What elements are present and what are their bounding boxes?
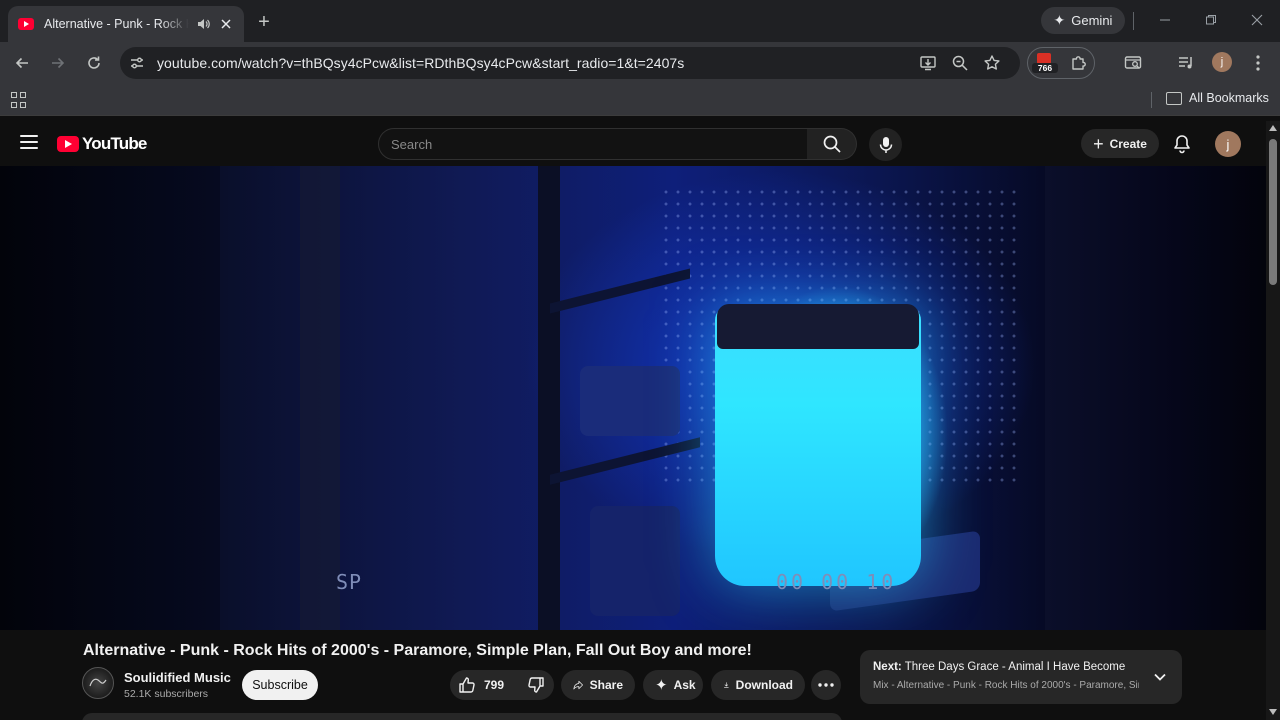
- channel-avatar[interactable]: [82, 667, 114, 699]
- download-icon: [724, 682, 729, 688]
- up-next-label: Next:: [873, 661, 902, 673]
- shelf-post: [538, 166, 560, 630]
- account-avatar[interactable]: j: [1215, 131, 1241, 157]
- share-arrow-icon: [573, 680, 583, 690]
- description-box[interactable]: [82, 713, 842, 720]
- browser-profile-avatar[interactable]: j: [1212, 52, 1232, 72]
- camcorder-osd-timecode: 00 00 10: [776, 570, 897, 594]
- toy-car-top-shelf: [580, 366, 680, 436]
- browser-tab-bar: Alternative - Punk - Rock Hits of 2000's…: [0, 0, 1280, 42]
- forward-button[interactable]: [46, 51, 70, 75]
- youtube-play-logo-icon: [57, 136, 79, 152]
- all-bookmarks-button[interactable]: All Bookmarks: [1166, 91, 1269, 105]
- zoom-icon[interactable]: [948, 51, 972, 75]
- sparkle-icon: ✦: [655, 677, 668, 694]
- close-tab-icon[interactable]: [218, 16, 234, 32]
- dislike-button[interactable]: [514, 670, 558, 700]
- extensions-puzzle-icon[interactable]: [1068, 52, 1090, 74]
- channel-subscriber-count: 52.1K subscribers: [124, 688, 209, 700]
- bookmark-star-icon[interactable]: [980, 51, 1004, 75]
- youtube-page: YouTube + Create j: [0, 121, 1266, 720]
- up-next-line: Next: Three Days Grace - Animal I Have B…: [873, 661, 1125, 673]
- guide-menu-icon[interactable]: [20, 135, 38, 149]
- ask-button[interactable]: ✦ Ask: [643, 670, 703, 700]
- search-box: [378, 128, 808, 160]
- minimize-window-button[interactable]: [1153, 8, 1177, 32]
- extensions-group: 766: [1027, 47, 1095, 79]
- window-controls-divider: [1133, 12, 1134, 30]
- bookmarks-divider: [1151, 92, 1152, 108]
- chevron-down-icon[interactable]: [1150, 667, 1170, 687]
- up-next-playlist: Mix - Alternative - Punk - Rock Hits of …: [873, 680, 1139, 691]
- restore-window-button[interactable]: [1199, 8, 1223, 32]
- browser-menu-icon[interactable]: [1246, 51, 1270, 75]
- apps-grid-icon[interactable]: [11, 92, 27, 108]
- gemini-label: Gemini: [1071, 13, 1113, 28]
- all-bookmarks-label: All Bookmarks: [1189, 91, 1269, 105]
- microphone-icon: [879, 136, 892, 153]
- media-controls-icon[interactable]: [1174, 51, 1198, 75]
- tab-title: Alternative - Punk - Rock Hits of 2000's…: [44, 17, 189, 31]
- like-dislike-group: 799: [450, 670, 554, 700]
- scroll-down-arrow-icon[interactable]: [1269, 709, 1277, 715]
- youtube-logo[interactable]: YouTube: [57, 134, 147, 154]
- url-text: youtube.com/watch?v=thBQsy4cPcw&list=RDt…: [157, 55, 685, 71]
- reload-button[interactable]: [82, 51, 106, 75]
- jar-lid: [717, 304, 919, 349]
- bookmarks-bar: All Bookmarks: [0, 84, 1280, 116]
- thumbs-up-icon: [459, 677, 475, 693]
- notifications-bell-icon[interactable]: [1171, 133, 1193, 155]
- folder-icon: [1166, 91, 1182, 105]
- create-button[interactable]: + Create: [1081, 129, 1159, 158]
- page-scrollbar[interactable]: [1266, 121, 1280, 720]
- create-label: Create: [1109, 136, 1147, 151]
- plus-icon: +: [1093, 133, 1104, 154]
- search-button[interactable]: [807, 128, 857, 160]
- video-title: Alternative - Punk - Rock Hits of 2000's…: [83, 642, 752, 659]
- download-button[interactable]: Download: [711, 670, 805, 700]
- close-window-button[interactable]: [1245, 8, 1269, 32]
- browser-tab-active[interactable]: Alternative - Punk - Rock Hits of 2000's…: [8, 6, 244, 42]
- gemini-sparkle-icon: ✦: [1053, 12, 1066, 28]
- video-frame[interactable]: SP 00 00 10: [220, 166, 1045, 630]
- like-button[interactable]: 799: [450, 670, 514, 700]
- extension-counter-icon[interactable]: 766: [1032, 53, 1058, 75]
- channel-name[interactable]: Soulidified Music: [124, 670, 231, 685]
- new-tab-button[interactable]: +: [252, 10, 276, 34]
- share-label: Share: [589, 678, 623, 692]
- gemini-button[interactable]: ✦ Gemini: [1041, 7, 1125, 34]
- shelf-post: [300, 166, 340, 630]
- up-next-title: Three Days Grace - Animal I Have Become: [904, 661, 1126, 673]
- extension-badge-count: 766: [1032, 63, 1058, 73]
- scrollbar-thumb[interactable]: [1269, 139, 1277, 285]
- youtube-favicon-icon: [18, 18, 34, 30]
- download-label: Download: [735, 678, 793, 692]
- video-player[interactable]: SP 00 00 10: [0, 166, 1266, 630]
- camcorder-osd-mode: SP: [336, 570, 363, 594]
- speaker-icon[interactable]: [195, 16, 211, 32]
- share-button[interactable]: Share: [561, 670, 635, 700]
- youtube-logo-text: YouTube: [82, 134, 147, 153]
- scroll-up-arrow-icon[interactable]: [1269, 125, 1277, 131]
- youtube-masthead: YouTube + Create j: [0, 121, 1266, 166]
- install-app-icon[interactable]: [916, 51, 940, 75]
- more-horizontal-icon: [818, 683, 834, 687]
- search-input[interactable]: [391, 136, 791, 152]
- toy-car-bottom-shelf: [590, 506, 680, 616]
- player-letterbox-left: [0, 166, 220, 630]
- back-button[interactable]: [10, 51, 34, 75]
- like-count: 799: [484, 678, 505, 692]
- more-actions-button[interactable]: [811, 670, 841, 700]
- player-letterbox-right: [1045, 166, 1266, 630]
- search-icon: [823, 135, 841, 153]
- ask-label: Ask: [673, 678, 696, 692]
- voice-search-button[interactable]: [869, 128, 902, 161]
- tab-search-icon[interactable]: [1121, 51, 1145, 75]
- thumbs-down-icon: [528, 677, 544, 693]
- address-bar[interactable]: youtube.com/watch?v=thBQsy4cPcw&list=RDt…: [120, 47, 1020, 79]
- site-info-tune-icon[interactable]: [125, 51, 149, 75]
- subscribe-button[interactable]: Subscribe: [242, 670, 318, 700]
- up-next-panel[interactable]: Next: Three Days Grace - Animal I Have B…: [860, 650, 1182, 704]
